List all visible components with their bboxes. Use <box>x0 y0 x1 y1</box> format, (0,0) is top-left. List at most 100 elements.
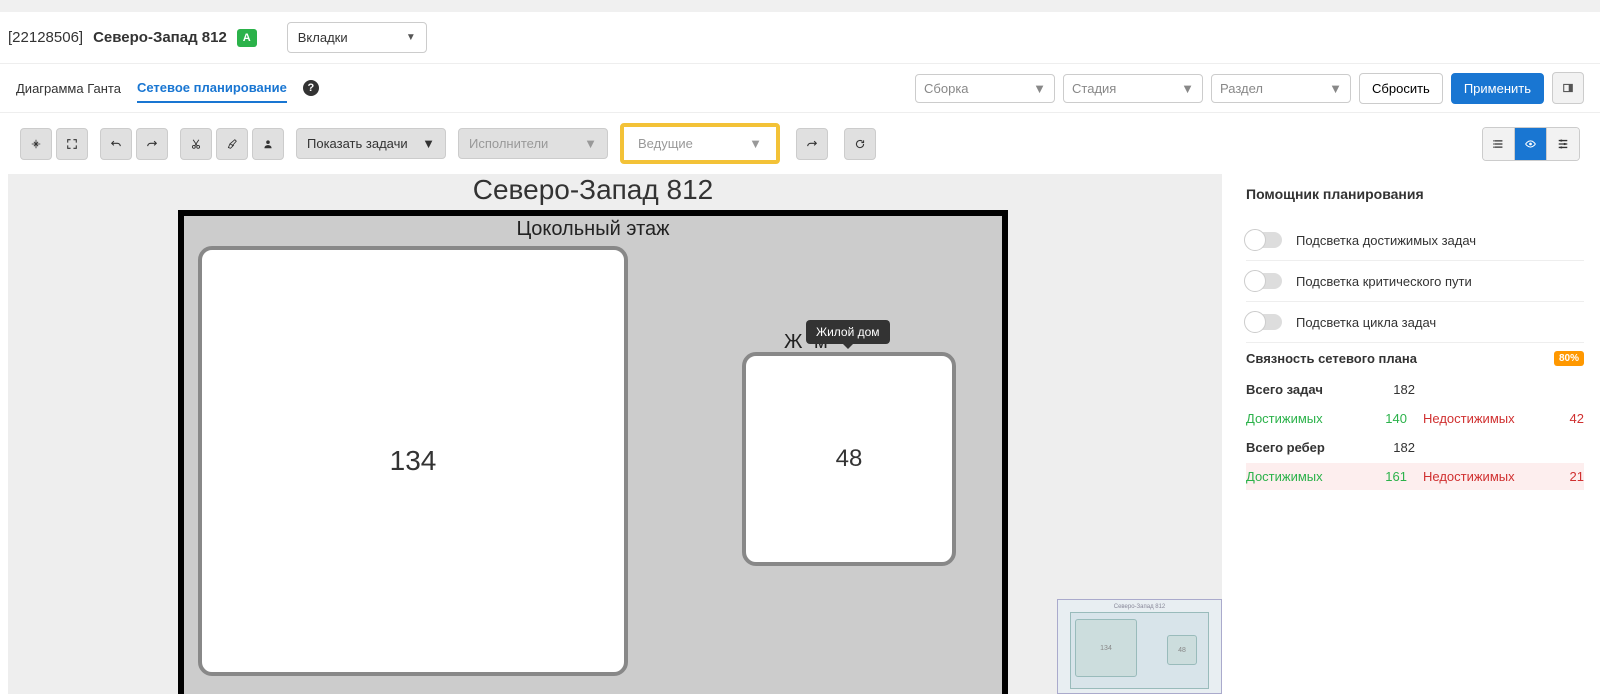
toggle-label-reachable: Подсветка достижимых задач <box>1296 233 1476 248</box>
stats-total-tasks: Всего задач 182 <box>1246 374 1584 405</box>
toggle-reachable[interactable] <box>1246 232 1282 248</box>
refresh-button[interactable] <box>844 128 876 160</box>
user-button[interactable] <box>252 128 284 160</box>
project-name: Северо-Запад 812 <box>93 29 227 46</box>
minimap-node-1: 134 <box>1075 619 1137 677</box>
fullscreen-button[interactable] <box>56 128 88 160</box>
toggle-cycle[interactable] <box>1246 314 1282 330</box>
undo-icon <box>111 137 121 151</box>
connectivity-percent: 80% <box>1554 351 1584 366</box>
list-icon <box>1493 137 1504 151</box>
list-view-button[interactable] <box>1483 128 1515 160</box>
tabs-row: Диаграмма Ганта Сетевое планирование ? С… <box>0 64 1600 113</box>
stats-connectivity-header: Связность сетевого плана 80% <box>1246 343 1584 374</box>
panel-icon <box>1563 81 1573 95</box>
edges-reach-value: 161 <box>1357 469 1407 484</box>
filter-section[interactable]: Раздел ▼ <box>1211 74 1351 103</box>
tasks-unreach-label: Недостижимых <box>1407 411 1534 426</box>
filter-assembly-label: Сборка <box>924 81 969 96</box>
eye-view-button[interactable] <box>1515 128 1547 160</box>
view-mode-group <box>1482 127 1580 161</box>
toggle-critical[interactable] <box>1246 273 1282 289</box>
refresh-icon <box>855 137 865 151</box>
chevron-down-icon: ▼ <box>1329 81 1342 96</box>
total-tasks-label: Всего задач <box>1246 382 1365 397</box>
edges-unreach-value: 21 <box>1534 469 1584 484</box>
redo-button[interactable] <box>136 128 168 160</box>
scissors-icon <box>191 137 201 151</box>
total-edges-label: Всего ребер <box>1246 440 1365 455</box>
leading-label: Ведущие <box>638 136 693 151</box>
toolbar: Показать задачи ▼ Исполнители ▼ Ведущие … <box>0 113 1600 174</box>
apply-button[interactable]: Применить <box>1451 73 1544 104</box>
filter-stage-label: Стадия <box>1072 81 1116 96</box>
connectivity-label: Связность сетевого плана <box>1246 351 1417 366</box>
diagram-title: Северо-Запад 812 <box>178 174 1008 206</box>
settings-view-button[interactable] <box>1547 128 1579 160</box>
fit-button[interactable] <box>20 128 52 160</box>
tab-network[interactable]: Сетевое планирование <box>137 74 287 103</box>
header: [22128506] Северо-Запад 812 А Вкладки ▼ <box>0 12 1600 64</box>
status-badge: А <box>237 29 257 47</box>
project-id: [22128506] <box>8 29 83 46</box>
stats-total-edges: Всего ребер 182 <box>1246 432 1584 463</box>
node-value-1: 134 <box>390 445 437 477</box>
tooltip: Жилой дом <box>806 320 890 344</box>
toggle-label-critical: Подсветка критического пути <box>1296 274 1472 289</box>
tabs-dropdown[interactable]: Вкладки ▼ <box>287 22 427 53</box>
brush-button[interactable] <box>216 128 248 160</box>
toggle-label-cycle: Подсветка цикла задач <box>1296 315 1436 330</box>
edges-unreach-label: Недостижимых <box>1407 469 1534 484</box>
toggle-row-cycle: Подсветка цикла задач <box>1246 302 1584 343</box>
floor-title: Цокольный этаж <box>184 218 1002 241</box>
stats-tasks-breakdown: Достижимых 140 Недостижимых 42 <box>1246 405 1584 432</box>
reset-button[interactable]: Сбросить <box>1359 73 1443 104</box>
edges-reach-label: Достижимых <box>1246 469 1357 484</box>
sidebar: Помощник планирования Подсветка достижим… <box>1230 174 1600 694</box>
user-icon <box>263 137 273 151</box>
filter-stage[interactable]: Стадия ▼ <box>1063 74 1203 103</box>
chevron-down-icon: ▼ <box>1033 81 1046 96</box>
node-box-2[interactable]: 48 <box>742 352 956 566</box>
sliders-icon <box>1557 137 1569 151</box>
sidebar-title: Помощник планирования <box>1246 186 1584 202</box>
brush-icon <box>227 137 237 151</box>
chevron-down-icon: ▼ <box>749 136 762 151</box>
toggle-row-critical: Подсветка критического пути <box>1246 261 1584 302</box>
chevron-down-icon: ▼ <box>422 136 435 151</box>
canvas-area[interactable]: Северо-Запад 812 Цокольный этаж 134 Ж м … <box>8 174 1222 694</box>
fullscreen-icon <box>67 137 77 151</box>
minimap-node-2: 48 <box>1167 635 1197 665</box>
panel-toggle-button[interactable] <box>1552 72 1584 104</box>
total-edges-value: 182 <box>1365 440 1415 455</box>
chevron-down-icon: ▼ <box>584 136 597 151</box>
tasks-reach-value: 140 <box>1357 411 1407 426</box>
filter-assembly[interactable]: Сборка ▼ <box>915 74 1055 103</box>
tab-gantt[interactable]: Диаграмма Ганта <box>16 75 121 102</box>
minimap-title: Северо-Запад 812 <box>1058 604 1221 610</box>
tabs-dropdown-label: Вкладки <box>298 30 348 45</box>
chevron-down-icon: ▼ <box>406 32 416 43</box>
top-bar <box>0 0 1600 12</box>
share-button[interactable] <box>796 128 828 160</box>
cut-button[interactable] <box>180 128 212 160</box>
leading-dropdown[interactable]: Ведущие ▼ <box>620 123 780 164</box>
show-tasks-label: Показать задачи <box>307 136 408 151</box>
minimap[interactable]: Северо-Запад 812 134 48 <box>1057 599 1222 694</box>
filter-section-label: Раздел <box>1220 81 1263 96</box>
diagram: Северо-Запад 812 Цокольный этаж 134 Ж м … <box>178 174 1008 694</box>
tasks-unreach-value: 42 <box>1534 411 1584 426</box>
outer-frame: Цокольный этаж 134 Ж м Жилой дом 48 <box>178 210 1008 694</box>
stats-edges-breakdown: Достижимых 161 Недостижимых 21 <box>1246 463 1584 490</box>
help-icon[interactable]: ? <box>303 80 319 96</box>
share-icon <box>807 137 817 151</box>
show-tasks-dropdown[interactable]: Показать задачи ▼ <box>296 128 446 159</box>
toggle-row-reachable: Подсветка достижимых задач <box>1246 220 1584 261</box>
redo-icon <box>147 137 157 151</box>
performers-dropdown[interactable]: Исполнители ▼ <box>458 128 608 159</box>
node-box-1[interactable]: 134 <box>198 246 628 676</box>
undo-button[interactable] <box>100 128 132 160</box>
fit-icon <box>31 137 41 151</box>
total-tasks-value: 182 <box>1365 382 1415 397</box>
chevron-down-icon: ▼ <box>1181 81 1194 96</box>
